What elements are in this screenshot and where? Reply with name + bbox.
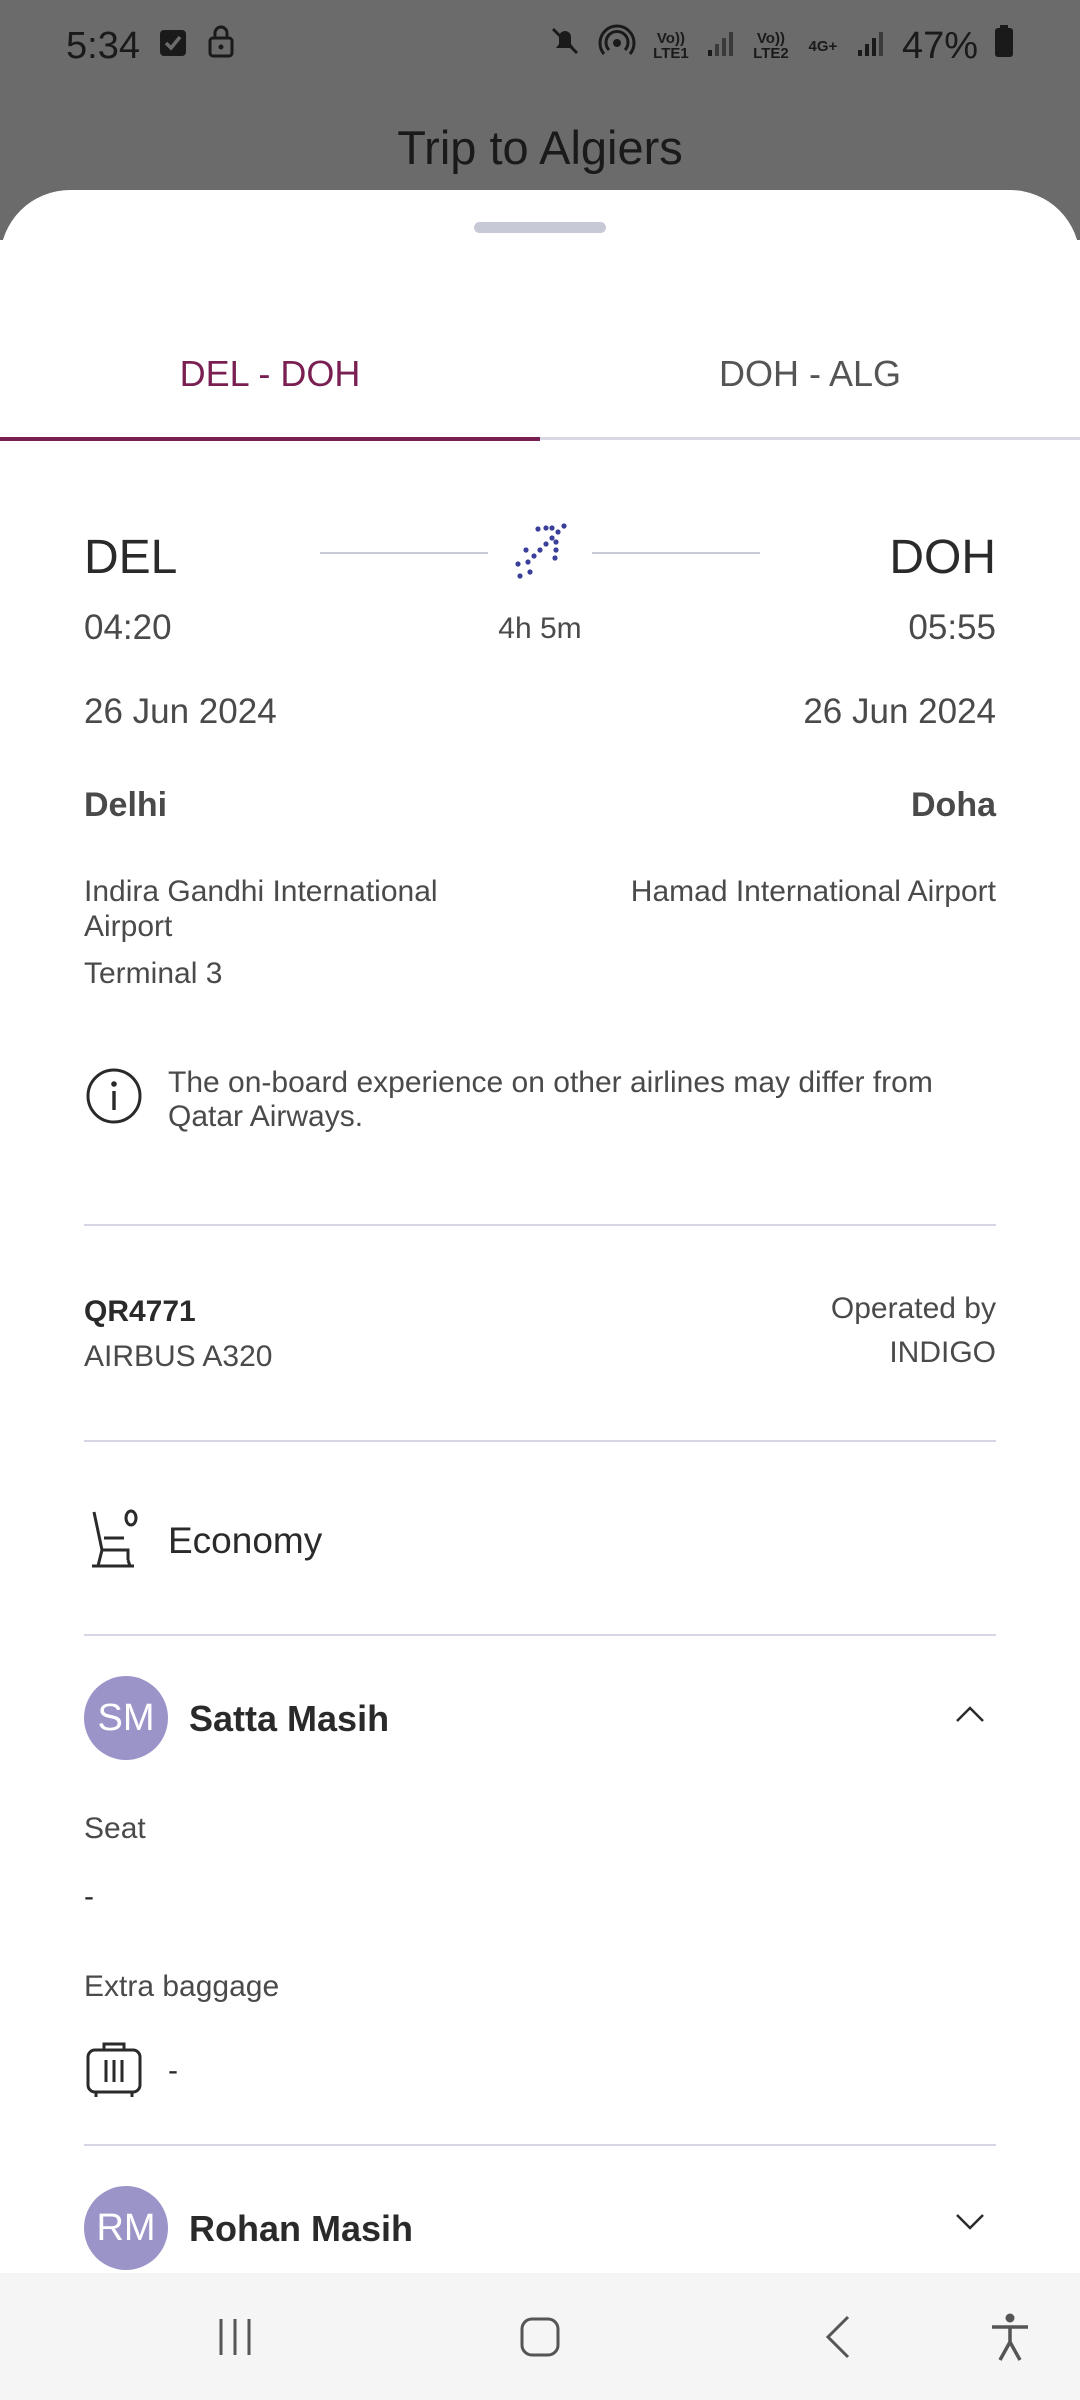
accessibility-icon[interactable] xyxy=(970,2273,1050,2400)
avatar: RM xyxy=(84,2186,168,2270)
passenger-header[interactable]: SM Satta Masih xyxy=(84,1676,996,1760)
sim2-label: Vo)) LTE2 xyxy=(753,30,789,62)
passenger-header[interactable]: RM Rohan Masih xyxy=(84,2186,996,2270)
signal-icon xyxy=(706,25,736,68)
luggage-icon xyxy=(84,2040,144,2105)
origin-airport: Indira Gandhi International Airport xyxy=(84,875,438,943)
hotspot-icon xyxy=(598,24,636,68)
bottom-sheet: DEL - DOH DOH - ALG DEL DOH 4h 5m 04:20 … xyxy=(0,190,1080,2273)
operated-by: Operated by INDIGO xyxy=(831,1287,996,1375)
seat-label: Seat xyxy=(84,1812,146,1845)
destination-city: Doha xyxy=(911,786,996,824)
tab-label: DEL - DOH xyxy=(179,353,361,394)
origin-code: DEL xyxy=(84,531,178,584)
tab-doh-alg[interactable]: DOH - ALG xyxy=(540,310,1080,438)
divider xyxy=(84,1224,996,1226)
network-type-label: 4G+ xyxy=(808,37,838,55)
route-line-left xyxy=(320,552,488,554)
extra-baggage-value: - xyxy=(168,2054,178,2087)
mute-icon xyxy=(548,24,582,68)
tab-label: DOH - ALG xyxy=(718,353,902,394)
drag-handle[interactable] xyxy=(474,222,606,233)
system-nav-bar xyxy=(0,2273,1080,2400)
chevron-down-icon[interactable] xyxy=(954,2212,986,2237)
back-button[interactable] xyxy=(800,2273,880,2400)
origin-terminal: Terminal 3 xyxy=(84,957,223,990)
battery-percent: 47% xyxy=(901,24,978,67)
route-line-right xyxy=(592,552,760,554)
divider xyxy=(84,1634,996,1636)
arrival-date: 26 Jun 2024 xyxy=(803,692,996,731)
arrival-time: 05:55 xyxy=(908,608,996,647)
destination-code: DOH xyxy=(889,531,996,584)
checkbox-icon xyxy=(158,25,188,68)
passenger-name: Satta Masih xyxy=(189,1698,390,1739)
avatar: SM xyxy=(84,1676,168,1760)
signal-icon xyxy=(856,25,886,68)
tab-del-doh[interactable]: DEL - DOH xyxy=(0,310,540,441)
flight-number: QR4771 xyxy=(84,1295,196,1328)
operator-name: INDIGO xyxy=(889,1336,996,1369)
chevron-up-icon[interactable] xyxy=(954,1704,986,1729)
sim1-label: Vo)) LTE1 xyxy=(653,30,689,62)
passenger-name: Rohan Masih xyxy=(189,2208,414,2249)
flight-duration: 4h 5m xyxy=(498,612,582,645)
status-time: 5:34 xyxy=(66,24,140,67)
active-tab-indicator xyxy=(0,437,540,441)
segment-tabs: DEL - DOH DOH - ALG xyxy=(0,310,1080,441)
seat-class-icon xyxy=(84,1508,144,1577)
extra-baggage-label: Extra baggage xyxy=(84,1970,280,2003)
departure-date: 26 Jun 2024 xyxy=(84,692,277,731)
home-button[interactable] xyxy=(500,2273,580,2400)
destination-airport: Hamad International Airport xyxy=(630,875,996,908)
divider xyxy=(84,2144,996,2146)
plane-takeoff-icon xyxy=(508,520,572,589)
notice-text: The on-board experience on other airline… xyxy=(168,1066,933,1133)
aircraft-type: AIRBUS A320 xyxy=(84,1340,273,1373)
battery-icon xyxy=(994,24,1014,68)
seat-value: - xyxy=(84,1880,94,1913)
lock-icon xyxy=(206,24,236,68)
page-title: Trip to Algiers xyxy=(397,121,683,174)
origin-city: Delhi xyxy=(84,786,168,824)
airline-notice: The on-board experience on other airline… xyxy=(84,1066,1004,1134)
recent-apps-button[interactable] xyxy=(195,2273,275,2400)
cabin-class: Economy xyxy=(168,1520,323,1561)
status-bar: 5:34 Vo)) LTE1 Vo)) LTE2 4G+ 47% xyxy=(0,0,1080,92)
departure-time: 04:20 xyxy=(84,608,172,647)
divider xyxy=(84,1440,996,1442)
info-icon xyxy=(84,1066,144,1134)
operated-by-label: Operated by xyxy=(830,1292,996,1325)
